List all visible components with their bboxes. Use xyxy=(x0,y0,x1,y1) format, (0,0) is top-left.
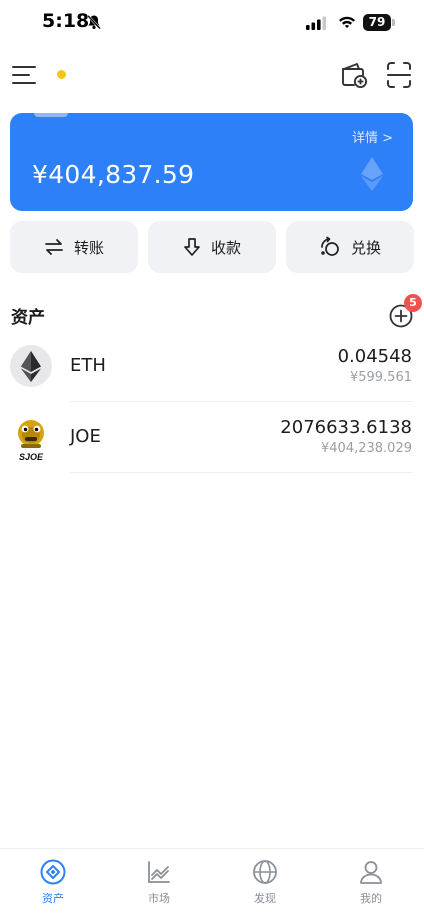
swap-label: 兑换 xyxy=(350,238,381,257)
nav-tab-market[interactable]: 市场 xyxy=(106,849,212,914)
nav-tab-assets[interactable]: 资产 xyxy=(0,849,106,914)
assets-title: 资产 xyxy=(11,308,45,328)
swap-button[interactable]: 兑换 xyxy=(286,221,414,273)
receive-button[interactable]: 收款 xyxy=(148,221,276,273)
bottom-nav: 资产 市场 发现 我的 xyxy=(0,848,424,914)
card-gloss xyxy=(34,113,68,117)
joe-logo: SJOE xyxy=(10,416,52,462)
asset-row-joe[interactable]: SJOE JOE 2076633.6138 ¥404,238.029 xyxy=(0,402,424,473)
row-divider xyxy=(70,472,412,473)
bell-muted-icon xyxy=(87,14,101,30)
balance-card[interactable]: 详情 > ¥404,837.59 xyxy=(10,113,413,211)
nav-label: 发现 xyxy=(254,892,276,905)
eth-logo xyxy=(10,345,52,387)
nav-tab-discover[interactable]: 发现 xyxy=(212,849,318,914)
menu-icon[interactable] xyxy=(12,64,36,86)
asset-amount: 2076633.6138 xyxy=(280,417,412,438)
joe-logo-text: SJOE xyxy=(19,452,44,462)
add-wallet-icon[interactable] xyxy=(340,60,368,90)
market-chart-icon xyxy=(148,861,170,883)
transfer-label: 转账 xyxy=(73,238,104,257)
assets-nav-icon xyxy=(40,859,66,885)
status-bar: 5:18 79 xyxy=(0,0,424,46)
total-balance: ¥404,837.59 xyxy=(32,160,195,189)
nav-tab-profile[interactable]: 我的 xyxy=(318,849,424,914)
user-icon xyxy=(360,861,382,884)
transfer-button[interactable]: 转账 xyxy=(10,221,138,273)
eth-watermark-icon xyxy=(361,157,383,191)
status-time: 5:18 xyxy=(42,10,90,32)
receive-label: 收款 xyxy=(210,238,241,257)
asset-symbol: ETH xyxy=(70,355,106,376)
swap-icon xyxy=(321,236,339,256)
notification-badge: 5 xyxy=(404,294,422,312)
wifi-icon xyxy=(339,16,355,28)
ethereum-icon xyxy=(21,351,41,382)
asset-fiat-value: ¥404,238.029 xyxy=(321,441,412,456)
transfer-icon xyxy=(45,239,63,255)
asset-amount: 0.04548 xyxy=(337,346,412,367)
asset-symbol: JOE xyxy=(70,426,101,447)
nav-label: 我的 xyxy=(360,892,382,905)
asset-fiat-value: ¥599.561 xyxy=(349,370,412,385)
receive-icon xyxy=(184,238,200,256)
details-link[interactable]: 详情 > xyxy=(352,127,393,146)
nav-label: 市场 xyxy=(148,892,170,905)
joe-mascot-icon: SJOE xyxy=(18,420,44,462)
scan-icon[interactable] xyxy=(386,61,412,89)
battery-level: 79 xyxy=(363,14,391,31)
globe-icon xyxy=(253,860,277,884)
network-status-dot xyxy=(57,70,66,79)
battery-tip xyxy=(392,19,395,26)
nav-label: 资产 xyxy=(42,892,64,905)
signal-icon xyxy=(306,16,327,30)
asset-row-eth[interactable]: ETH 0.04548 ¥599.561 xyxy=(0,331,424,402)
